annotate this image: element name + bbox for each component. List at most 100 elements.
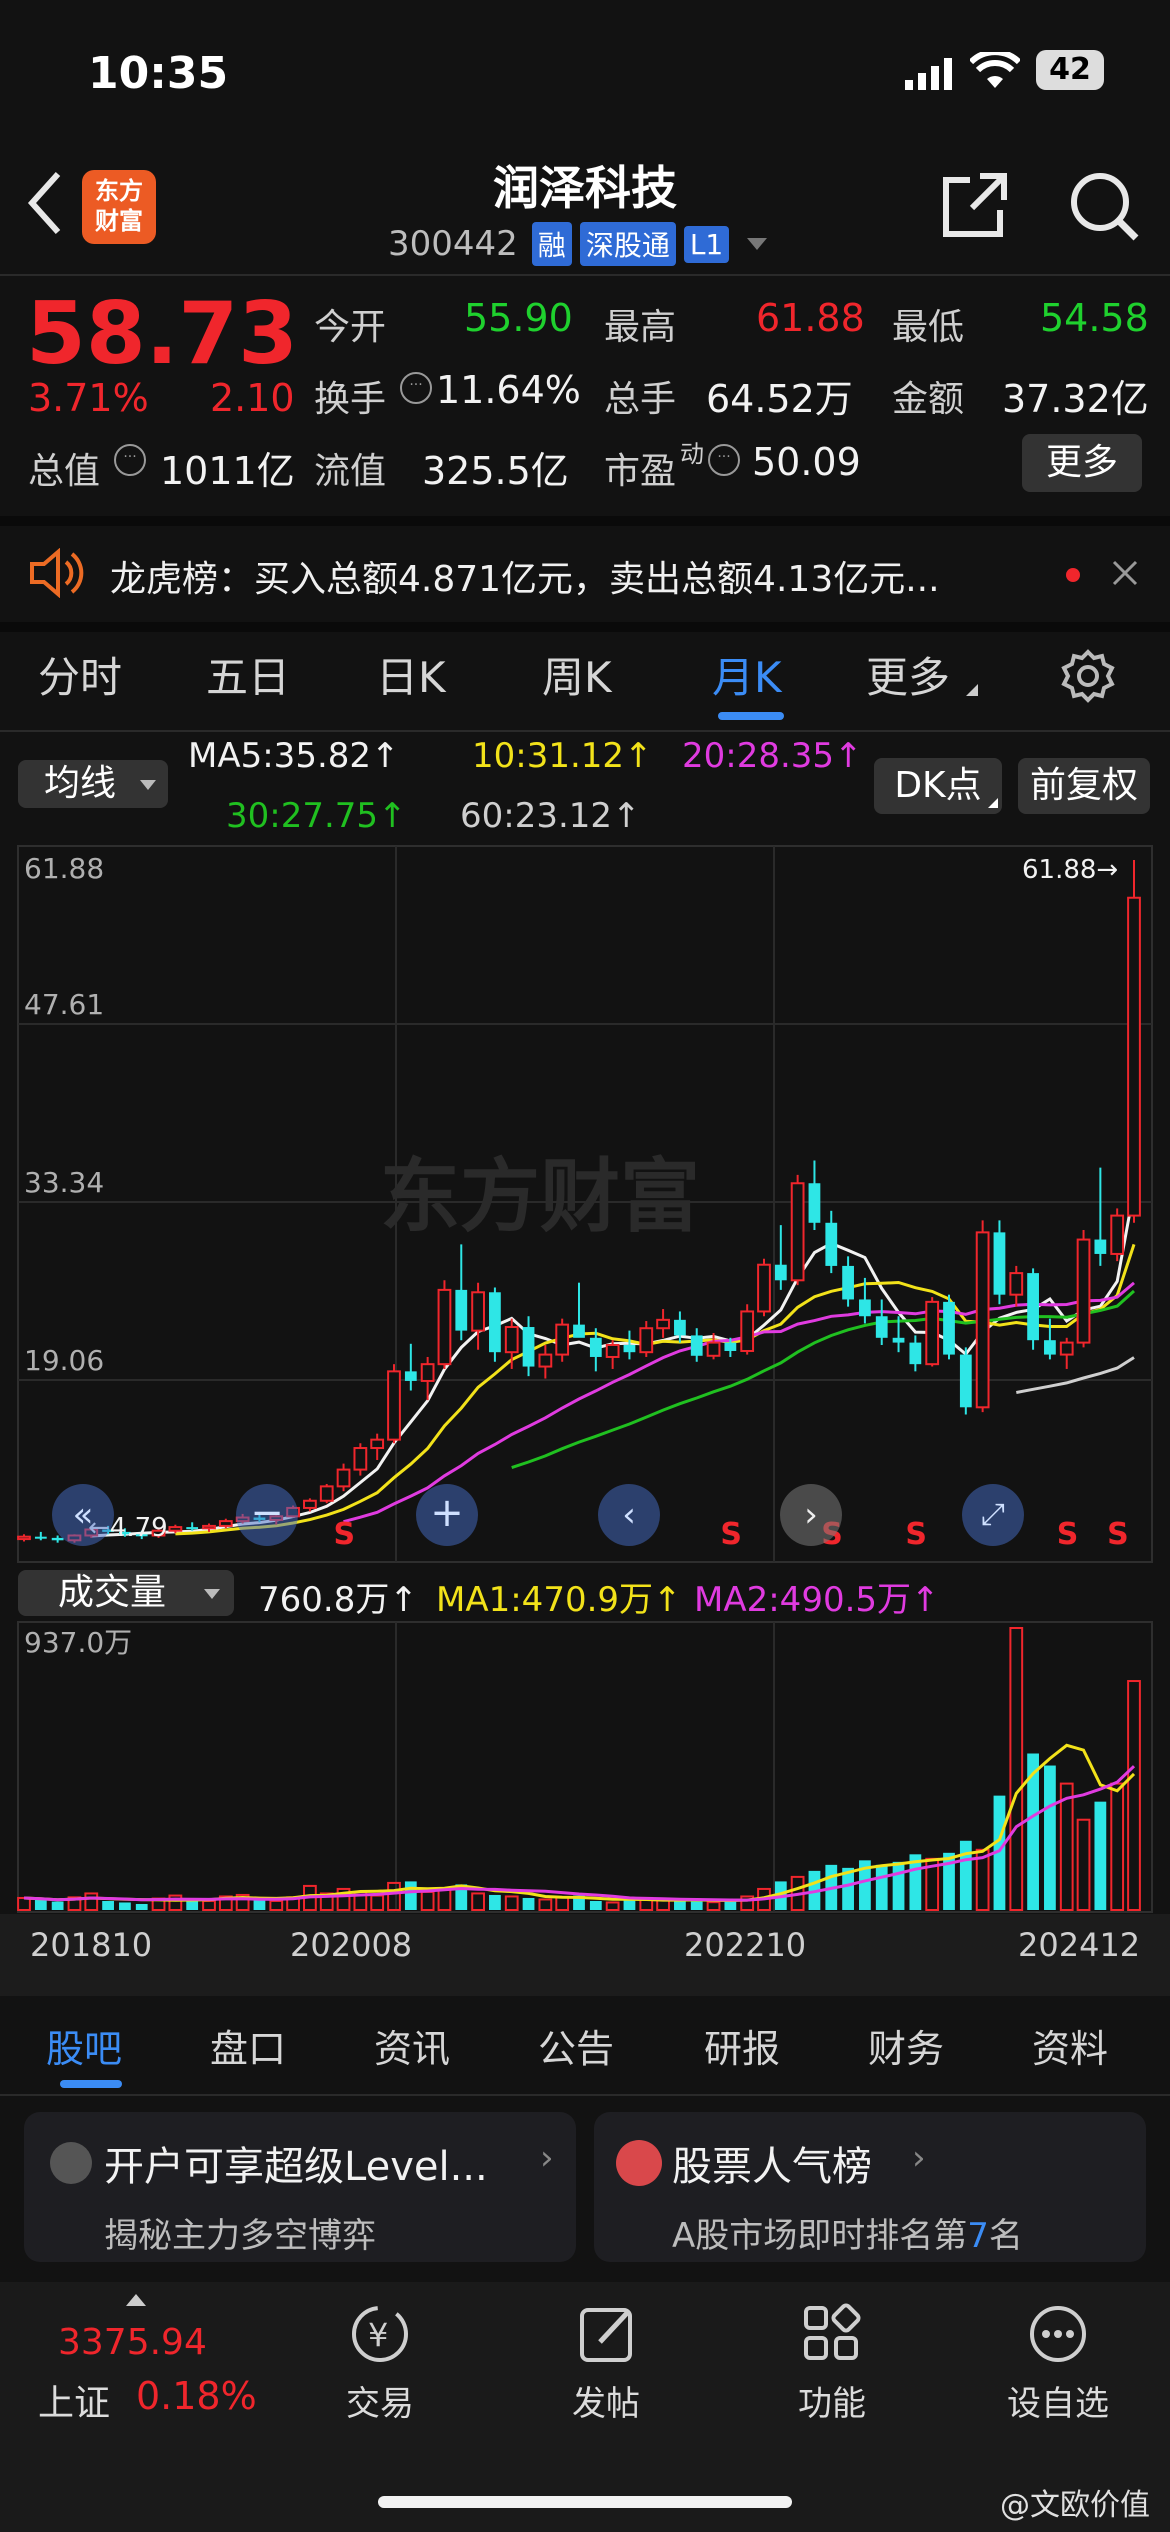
close-icon[interactable] [1110,558,1140,592]
tab-forum[interactable]: 股吧 [46,2018,122,2073]
tab-more[interactable]: 更多 [866,644,950,705]
level-badge: L1 [683,225,730,263]
pe-label: 市盈 [604,451,677,492]
settings-icon[interactable] [1060,648,1116,708]
nav-add-watchlist[interactable]: 设自选 [978,2376,1138,2425]
info-dots-icon[interactable]: ··· [400,372,432,404]
tab-monthly-k[interactable]: 月K [712,644,782,705]
float-cap-label: 流值 [314,451,387,492]
card-desc: 揭秘主力多空博弈 [104,2216,376,2256]
bottom-nav: 3375.94 上证 0.18% ¥ 交易 发帖 功能 设自选 @文欧价值 [0,2282,1170,2532]
scroll-left-double-icon[interactable]: « [52,1484,114,1546]
caret-down-icon [747,238,768,250]
kline-chart[interactable]: 东方财富 61.88 47.61 33.34 19.06 61.88→ ←4.7… [0,844,1170,1564]
card-desc: A股市场即时排名第7名 [672,2216,1023,2256]
turnover-value: 11.64% [436,368,581,412]
index-value: 3375.94 [58,2322,207,2363]
ma60-label: 60:23.12↑ [460,796,641,836]
index-change: 0.18% [136,2374,257,2418]
tab-research[interactable]: 研报 [704,2018,780,2073]
y-tick-label: 33.34 [24,1166,104,1199]
x-tick-label: 201810 [30,1926,152,1964]
volume-bar [387,1881,401,1911]
fullscreen-icon[interactable]: ⤢ [962,1484,1024,1546]
function-icon[interactable] [800,2302,864,2370]
stock-code-row[interactable]: 300442 融 深股通 L1 [388,222,768,266]
tab-announcements[interactable]: 公告 [538,2018,614,2073]
market-cap-value: 1011亿 [160,449,295,493]
period-tabs: 分时 五日 日K 周K 月K 更多 [0,634,1170,730]
zoom-in-icon[interactable]: + [416,1484,478,1546]
volume-value: 64.52万 [706,377,853,421]
sell-marker: S [1057,1517,1079,1552]
volume-bar [370,1894,385,1911]
notice-bar[interactable]: 龙虎榜：买入总额4.871亿元，卖出总额4.13亿元... [0,526,1170,622]
max-price-label: 61.88→ [1022,855,1118,885]
sell-marker: S [334,1517,356,1552]
svg-text:¥: ¥ [368,2316,388,2354]
volume-bar [892,1861,905,1910]
volume-bar [1127,1680,1141,1912]
volume-bar [589,1900,602,1910]
tab-five-day[interactable]: 五日 [206,644,290,705]
volume-bar [706,1901,721,1911]
tab-daily-k[interactable]: 日K [376,644,446,705]
info-dots-icon[interactable]: ··· [708,444,740,476]
candle-body [303,1499,317,1509]
weibo-watermark: @文欧价值 [1000,2488,1150,2523]
candle-body [706,1341,721,1357]
scroll-right-icon[interactable]: › [780,1484,842,1546]
promo-card-account[interactable]: 开户可享超级Level... › 揭秘主力多空博弈 [24,2112,576,2262]
more-dots-icon[interactable] [1026,2302,1090,2370]
candle-body [690,1335,703,1356]
volume-bar [1076,1818,1091,1912]
volume-legend: 成交量 760.8万↑ MA1:470.9万↑ MA2:490.5万↑ [0,1564,1170,1620]
tab-weekly-k[interactable]: 周K [542,644,612,705]
promo-card-ranking[interactable]: 股票人气榜 › A股市场即时排名第7名 [594,2112,1146,2262]
caret-icon [966,684,978,696]
volume-selector[interactable]: 成交量 [18,1570,234,1616]
scroll-left-icon[interactable]: ‹ [598,1484,660,1546]
zoom-out-icon[interactable]: − [236,1484,298,1546]
tab-orderbook[interactable]: 盘口 [210,2018,286,2073]
nav-post[interactable]: 发帖 [526,2376,686,2425]
search-icon[interactable] [1068,170,1140,246]
expand-up-icon[interactable] [126,2294,146,2306]
tab-intraday[interactable]: 分时 [38,644,122,705]
tab-profile[interactable]: 资料 [1032,2018,1108,2073]
battery-level: 42 [1049,52,1091,87]
dk-button[interactable]: DK点 [874,758,1002,814]
candle-body [674,1319,686,1336]
sell-marker: S [905,1517,927,1552]
notice-text: 龙虎榜：买入总额4.871亿元，卖出总额4.13亿元... [110,559,940,600]
battery-icon: 42 [1036,50,1104,90]
candle-body [202,1524,216,1530]
volume-bar [420,1890,435,1912]
share-icon[interactable] [940,170,1010,244]
ma-line-ma60 [1016,1356,1135,1394]
volume-chart[interactable]: 937.0万 201810 202008 202210 202412 [0,1620,1170,1996]
volume-bar [959,1840,972,1910]
candle-body [573,1324,585,1338]
tab-financials[interactable]: 财务 [868,2018,944,2073]
candle-body [925,1300,940,1366]
high-label: 最高 [604,307,677,348]
nav-function[interactable]: 功能 [752,2376,912,2425]
vol-ma2-label: MA2:490.5万↑ [694,1580,940,1620]
ma-selector[interactable]: 均线 [18,760,168,808]
tab-news[interactable]: 资讯 [374,2018,450,2073]
candle-body [757,1263,771,1313]
volume-label: 总手 [604,379,677,420]
more-button[interactable]: 更多 [1022,434,1142,492]
candle-body [1009,1272,1024,1296]
adjust-button[interactable]: 前复权 [1018,758,1150,814]
candle-body [774,1264,787,1281]
volume-bar [522,1897,535,1910]
candle-body [943,1301,955,1355]
rank-number: 7 [967,2216,989,2256]
info-dots-icon[interactable]: ··· [114,444,146,476]
trade-icon[interactable]: ¥ [348,2302,412,2370]
post-icon[interactable] [576,2302,640,2370]
volume-bar [623,1900,636,1910]
nav-trade[interactable]: 交易 [300,2376,460,2425]
